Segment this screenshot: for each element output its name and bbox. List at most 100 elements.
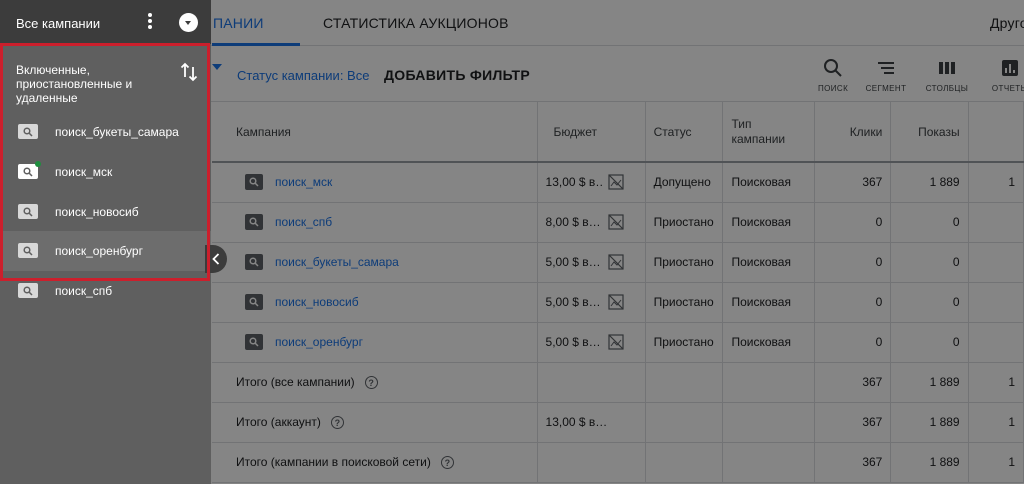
type-value: Поисковая xyxy=(722,322,816,363)
search-campaign-icon xyxy=(245,174,263,191)
extra-value xyxy=(968,242,1024,283)
panel-item-campaign[interactable]: поиск_оренбург xyxy=(0,231,211,271)
total-clicks: 367 xyxy=(814,402,892,443)
clicks-value: 367 xyxy=(814,162,892,203)
impressions-value: 0 xyxy=(890,322,969,363)
no-image-icon xyxy=(607,254,624,270)
header-impressions[interactable]: Показы xyxy=(890,102,969,163)
status-filter-label[interactable]: Включенные, приостановленные и удаленные xyxy=(16,63,166,105)
table-row: поиск_спб 8,00 $ в… Приостано Поисковая … xyxy=(212,202,1024,243)
total-clicks: 367 xyxy=(814,442,892,483)
total-extra: 1 xyxy=(968,402,1024,443)
status-value: Приостано xyxy=(645,242,724,283)
search-icon xyxy=(824,59,842,77)
tab-other[interactable]: Друго xyxy=(990,15,1024,31)
budget-value: 8,00 $ в… xyxy=(545,215,601,229)
total-impressions: 1 889 xyxy=(890,442,969,483)
campaign-link[interactable]: поиск_спб xyxy=(275,215,332,229)
budget-value: 13,00 $ в… xyxy=(545,175,602,190)
impressions-value: 1 889 xyxy=(890,162,969,203)
search-campaign-icon xyxy=(18,243,38,258)
header-clicks[interactable]: Клики xyxy=(814,102,892,163)
status-value: Приостано xyxy=(645,282,724,323)
status-value: Допущено xyxy=(645,162,724,203)
total-impressions: 1 889 xyxy=(890,362,969,403)
impressions-value: 0 xyxy=(890,202,969,243)
budget-value: 5,00 $ в… xyxy=(545,295,601,309)
sort-icon[interactable] xyxy=(180,62,198,82)
extra-value xyxy=(968,202,1024,243)
impressions-value: 0 xyxy=(890,282,969,323)
extra-value: 1 xyxy=(968,162,1024,203)
extra-value xyxy=(968,322,1024,363)
campaign-link[interactable]: поиск_букеты_самара xyxy=(275,255,399,269)
table-row: поиск_мск 13,00 $ в… Допущено Поисковая … xyxy=(212,162,1024,203)
type-value: Поисковая xyxy=(722,162,816,203)
search-campaign-icon xyxy=(245,334,263,350)
add-filter-button[interactable]: ДОБАВИТЬ ФИЛЬТР xyxy=(384,67,530,83)
segment-tool-button[interactable]: СЕГМЕНТ xyxy=(864,58,908,93)
dropdown-icon[interactable] xyxy=(179,13,198,32)
panel-item-campaign[interactable]: поиск_новосиб xyxy=(0,192,211,232)
total-row: Итого (все кампании)? 367 1 889 1 xyxy=(212,362,1024,403)
panel-header: Все кампании xyxy=(0,0,211,44)
header-campaign-type[interactable]: Тип кампании xyxy=(722,102,816,163)
chevron-left-icon xyxy=(212,253,220,265)
table-row: поиск_оренбург 5,00 $ в… Приостано Поиск… xyxy=(212,322,1024,363)
budget-value: 5,00 $ в… xyxy=(545,335,601,349)
header-budget[interactable]: Бюджет xyxy=(537,102,646,163)
no-image-icon xyxy=(607,214,624,230)
clicks-value: 0 xyxy=(814,242,892,283)
table-row: поиск_букеты_самара 5,00 $ в… Приостано … xyxy=(212,242,1024,283)
no-image-icon xyxy=(607,174,624,190)
panel-item-campaign[interactable]: поиск_спб xyxy=(0,271,211,311)
campaign-link[interactable]: поиск_оренбург xyxy=(275,335,363,349)
panel-item-campaign[interactable]: поиск_букеты_самара xyxy=(0,112,211,152)
total-extra: 1 xyxy=(968,362,1024,403)
table-row: поиск_новосиб 5,00 $ в… Приостано Поиско… xyxy=(212,282,1024,323)
type-value: Поисковая xyxy=(722,202,816,243)
type-value: Поисковая xyxy=(722,242,816,283)
more-options-icon[interactable] xyxy=(146,13,154,31)
campaigns-table: Кампания Бюджет Статус Тип кампании Клик… xyxy=(212,102,1024,483)
help-icon[interactable]: ? xyxy=(440,456,454,470)
header-status[interactable]: Статус xyxy=(645,102,724,163)
total-budget: 13,00 $ в… xyxy=(537,402,646,443)
search-tool-button[interactable]: ПОИСК xyxy=(818,58,848,93)
campaign-link[interactable]: поиск_мск xyxy=(275,175,332,189)
panel-item-label: поиск_букеты_самара xyxy=(55,125,179,139)
total-clicks: 367 xyxy=(814,362,892,403)
total-budget xyxy=(537,362,646,403)
panel-item-label: поиск_мск xyxy=(55,165,113,179)
header-extra xyxy=(968,102,1024,163)
help-icon[interactable]: ? xyxy=(330,416,344,430)
search-campaign-icon xyxy=(245,214,263,230)
reports-tool-button[interactable]: ОТЧЕТЫ xyxy=(990,58,1024,93)
search-campaign-icon xyxy=(18,124,38,139)
total-impressions: 1 889 xyxy=(890,402,969,443)
no-image-icon xyxy=(607,334,624,350)
header-campaign[interactable]: Кампания xyxy=(212,102,538,163)
campaign-status-filter[interactable]: Статус кампании: Все xyxy=(237,68,369,83)
search-campaign-icon xyxy=(18,283,38,298)
campaign-side-panel: Все кампании Включенные, приостановленны… xyxy=(0,0,211,484)
tab-auction-insights[interactable]: СТАТИСТИКА АУКЦИОНОВ xyxy=(323,15,509,31)
columns-tool-button[interactable]: СТОЛБЦЫ xyxy=(925,58,969,93)
campaign-link[interactable]: поиск_новосиб xyxy=(275,295,359,309)
panel-item-campaign[interactable]: поиск_мск xyxy=(0,152,211,192)
panel-item-label: поиск_новосиб xyxy=(55,205,139,219)
status-value: Приостано xyxy=(645,322,724,363)
filter-chevron-icon[interactable] xyxy=(212,64,222,70)
total-label: Итого (кампании в поисковой сети) xyxy=(236,454,431,469)
columns-icon xyxy=(939,62,955,74)
help-icon[interactable]: ? xyxy=(364,376,378,390)
type-value: Поисковая xyxy=(722,282,816,323)
total-label: Итого (все кампании) xyxy=(236,374,355,389)
search-campaign-icon xyxy=(18,204,38,219)
panel-item-label: поиск_спб xyxy=(55,284,113,298)
clicks-value: 0 xyxy=(814,202,892,243)
columns-tool-label: СТОЛБЦЫ xyxy=(925,84,969,93)
tab-campaigns[interactable]: ПАНИИ xyxy=(213,15,264,31)
segment-icon xyxy=(878,62,894,74)
total-extra: 1 xyxy=(968,442,1024,483)
